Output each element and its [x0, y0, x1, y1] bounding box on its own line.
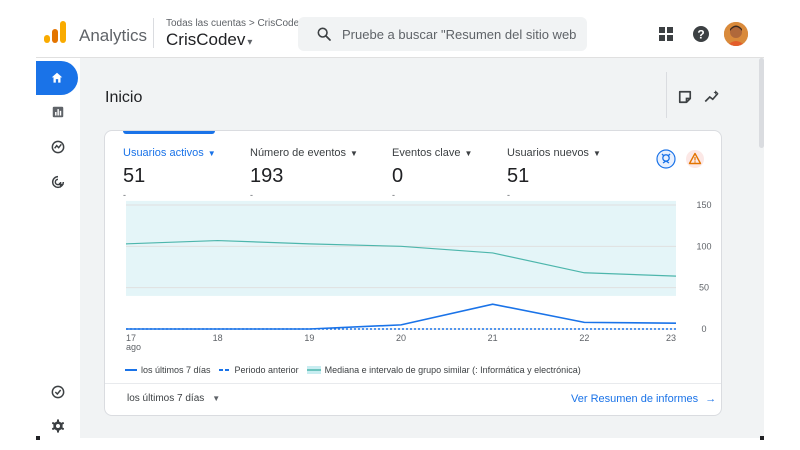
card-divider [105, 383, 721, 384]
legend-item-previous[interactable]: Periodo anterior [218, 365, 299, 375]
legend-swatch-dashed [218, 369, 231, 371]
page-scrollbar[interactable] [759, 58, 764, 148]
overview-card: Usuarios activos ▼ 51 - Número de eventos… [104, 130, 722, 416]
search-icon [317, 27, 331, 41]
metric-label: Usuarios nuevos ▼ [507, 147, 601, 159]
chart-legend: los últimos 7 días Periodo anterior Medi… [125, 363, 589, 377]
search-input[interactable] [342, 25, 577, 43]
metric-tab-key-events[interactable]: Eventos clave ▼ 0 - [392, 147, 472, 200]
metric-label: Número de eventos ▼ [250, 147, 358, 159]
sidebar [36, 58, 80, 438]
metric-value: 51 [507, 165, 530, 187]
metric-tab-event-count[interactable]: Número de eventos ▼ 193 - [250, 147, 358, 200]
y-tick-label: 150 [696, 200, 711, 210]
advertising-icon [51, 175, 65, 189]
header-divider [153, 18, 154, 48]
insights-icon[interactable] [703, 88, 721, 106]
chevron-down-icon: ▾ [247, 37, 253, 48]
benchmark-icon[interactable] [656, 149, 676, 169]
analytics-app: Analytics Todas las cuentas > CrisCodev … [36, 10, 764, 438]
svg-text:?: ? [697, 28, 704, 42]
sidebar-item-admin-insights[interactable] [36, 375, 80, 409]
avatar-image [724, 22, 748, 46]
tools-divider [666, 72, 667, 118]
top-bar: Analytics Todas las cuentas > CrisCodev … [36, 10, 764, 58]
x-tick-label: 21 [488, 333, 498, 343]
account-name: CrisCodev [166, 30, 246, 49]
metric-value: 0 [392, 165, 404, 187]
bar-chart-icon [52, 106, 64, 118]
legend-item-benchmark[interactable]: Mediana e intervalo de grupo similar (: … [306, 365, 581, 375]
notes-icon[interactable] [676, 88, 694, 106]
y-tick-label: 50 [699, 283, 709, 293]
page-title: Inicio [105, 89, 143, 106]
y-tick-label: 0 [701, 324, 706, 334]
metric-tab-new-users[interactable]: Usuarios nuevos ▼ 51 - [507, 147, 601, 200]
view-reports-link[interactable]: Ver Resumen de informes → [571, 393, 716, 405]
legend-swatch-solid [125, 369, 137, 371]
date-range-label: los últimos 7 días [127, 393, 205, 404]
apps-grid-icon[interactable] [656, 24, 676, 44]
benchmark-band [126, 200, 676, 296]
legend-label: los últimos 7 días [141, 365, 211, 375]
sidebar-item-explore[interactable] [36, 130, 80, 164]
users-line-chart: 15010050017 18 19 20 21 22 23ago [125, 200, 712, 352]
corner-mark [36, 436, 40, 440]
corner-mark [760, 436, 764, 440]
caret-down-icon: ▼ [212, 394, 221, 403]
check-circle-icon [51, 385, 65, 399]
metric-tab-active-users[interactable]: Usuarios activos ▼ 51 - [123, 147, 216, 200]
arrow-right-icon: → [705, 393, 717, 405]
product-name: Analytics [79, 26, 148, 45]
x-tick-label: 23 [666, 333, 676, 343]
x-tick-label: 18 [213, 333, 223, 343]
sidebar-item-home[interactable] [36, 61, 78, 95]
sidebar-item-reports[interactable] [36, 95, 80, 129]
metric-label: Eventos clave ▼ [392, 147, 473, 159]
search-box[interactable] [298, 17, 587, 51]
metric-label: Usuarios activos ▼ [123, 147, 216, 159]
user-avatar[interactable] [724, 22, 748, 46]
legend-swatch-band [306, 366, 321, 374]
warning-icon[interactable] [685, 149, 705, 169]
metric-value: 51 [123, 165, 146, 187]
caret-down-icon: ▼ [464, 149, 473, 158]
series-line-0 [126, 303, 677, 330]
explore-icon [51, 140, 65, 154]
metric-value: 193 [250, 165, 284, 187]
sidebar-item-settings[interactable] [36, 409, 80, 438]
gear-icon [51, 419, 65, 433]
legend-label: Mediana e intervalo de grupo similar (: … [324, 365, 581, 375]
legend-label: Periodo anterior [234, 365, 299, 375]
x-tick-sublabel: ago [126, 342, 141, 352]
sidebar-item-advertising[interactable] [36, 165, 80, 199]
caret-down-icon: ▼ [207, 149, 216, 158]
active-tab-indicator [123, 131, 215, 134]
y-tick-label: 100 [696, 241, 711, 251]
analytics-logo-icon[interactable] [44, 20, 66, 44]
caret-down-icon: ▼ [350, 149, 358, 158]
x-tick-label: 20 [396, 333, 406, 343]
view-reports-label: Ver Resumen de informes [571, 393, 699, 405]
caret-down-icon: ▼ [592, 149, 601, 158]
breadcrumb[interactable]: Todas las cuentas > CrisCodev [166, 18, 304, 29]
x-tick-label: 19 [304, 333, 314, 343]
account-selector[interactable]: CrisCodev ▾ [166, 30, 252, 50]
help-icon[interactable]: ? [691, 24, 711, 44]
x-tick-label: 22 [579, 333, 589, 343]
legend-item-current[interactable]: los últimos 7 días [125, 365, 211, 375]
date-range-selector[interactable]: los últimos 7 días ▼ [127, 393, 220, 404]
home-icon [51, 72, 63, 83]
